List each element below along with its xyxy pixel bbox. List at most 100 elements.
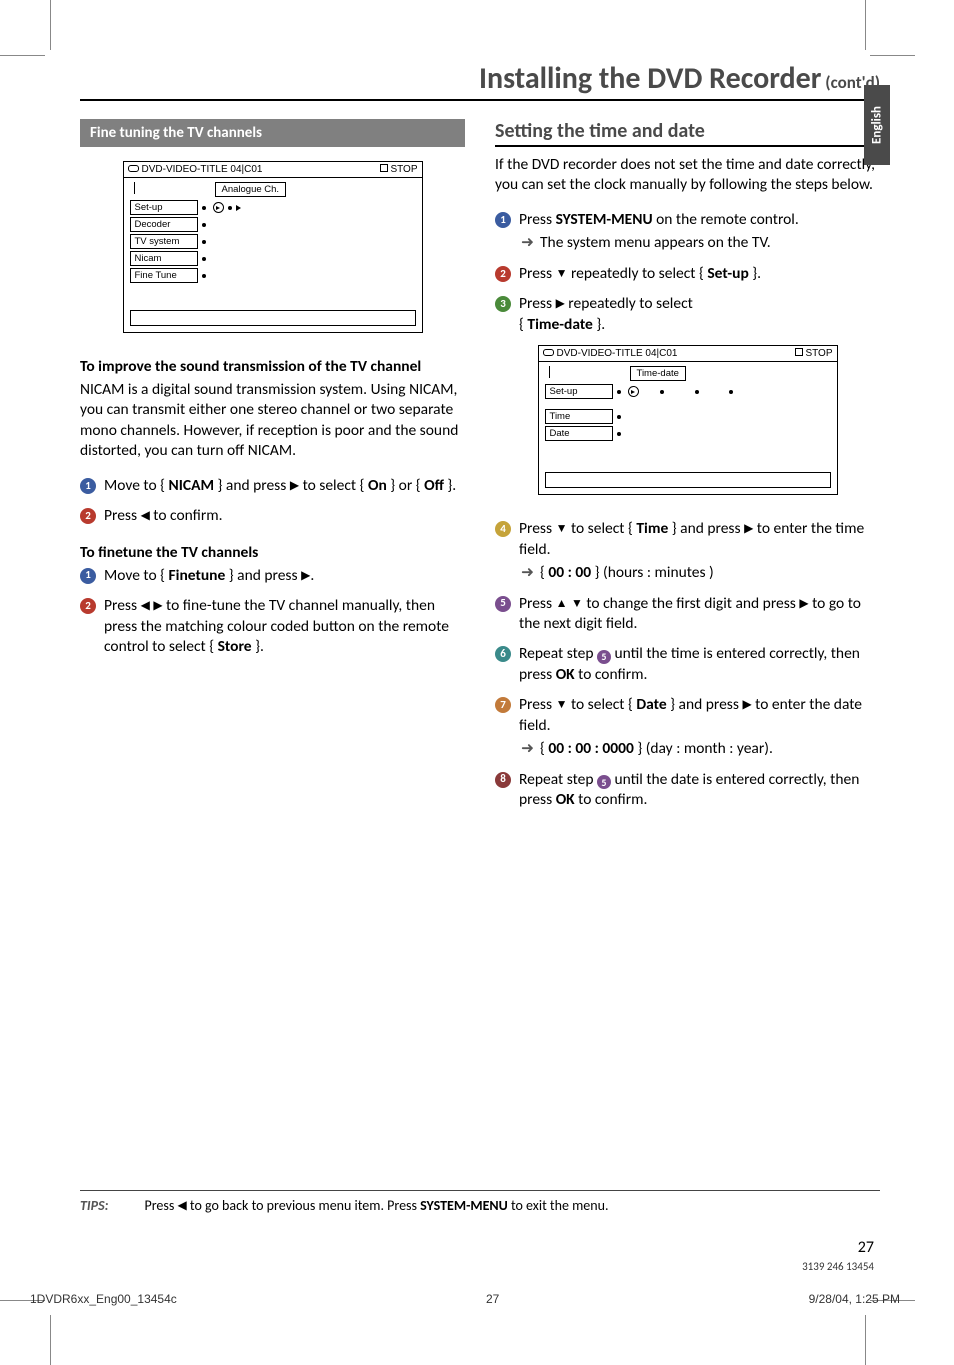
osd-footer-bar [545,472,831,488]
osd-status-right: STOP [380,164,417,175]
crop-mark [0,55,45,56]
right-triangle-icon: ▶ [290,479,299,495]
inline-badge-5: 5 [597,775,611,789]
disc-icon [543,349,554,356]
page-title: Installing the DVD Recorder (cont'd) [80,60,880,97]
result-arrow-icon: ➜ [521,233,534,253]
step-badge-7: 7 [495,697,511,713]
crop-mark [865,1315,866,1365]
osd-row: Fine Tune [130,267,416,284]
step-badge-2: 2 [80,508,96,524]
osd-item: Nicam [130,251,198,266]
section-heading-timedate: Setting the time and date [495,119,880,147]
selection-icon [628,386,639,397]
footer-filename: 1DVDR6xx_Eng00_13454c [30,1292,177,1306]
stop-icon [380,164,388,172]
paragraph-intro: If the DVD recorder does not set the tim… [495,155,880,196]
step-td-3: 3 Press ▶ repeatedly to select { Time-da… [495,294,880,335]
osd-status-right: STOP [795,348,832,359]
step-td-4: 4 Press ▼ to select { Time } and press ▶… [495,519,880,583]
osd-item: Date [545,426,613,441]
result-arrow-icon: ➜ [521,739,534,759]
subheading-sound: To improve the sound transmission of the… [80,357,465,376]
osd-row: TV system [130,233,416,250]
right-column: Setting the time and date If the DVD rec… [495,119,880,821]
osd-status-left: DVD-VIDEO-TITLE 04|C01 [543,348,678,359]
down-triangle-icon: ▼ [571,597,583,613]
osd-breadcrumb: Analogue Ch. [215,182,287,197]
tips-row: TIPS: Press ◀ to go back to previous men… [80,1190,880,1214]
step-badge-3: 3 [495,296,511,312]
step-td-2: 2 Press ▼ repeatedly to select { Set-up … [495,264,880,284]
down-triangle-icon: ▼ [556,267,568,283]
step-nicam-2: 2 Press ◀ to confirm. [80,506,465,526]
selection-icon [213,202,224,213]
right-triangle-icon: ▶ [153,599,162,615]
right-triangle-icon: ▶ [742,698,751,714]
crop-mark [865,0,866,50]
osd-status-left: DVD-VIDEO-TITLE 04|C01 [128,164,263,175]
footer-datetime: 9/28/04, 1:25 PM [809,1292,900,1306]
step-badge-2: 2 [495,266,511,282]
osd-time-date: DVD-VIDEO-TITLE 04|C01 STOP Time-date Se… [538,345,838,495]
crop-mark [870,55,915,56]
crop-mark [50,0,51,50]
page-title-row: Installing the DVD Recorder (cont'd) [80,60,880,101]
osd-row: Decoder [130,216,416,233]
stop-icon [795,348,803,356]
osd-item: Set-up [545,384,613,399]
right-triangle-icon: ▶ [744,522,753,538]
osd-status-bar: DVD-VIDEO-TITLE 04|C01 STOP [539,346,837,362]
step-td-7: 7 Press ▼ to select { Date } and press ▶… [495,695,880,759]
up-triangle-icon: ▲ [556,597,568,613]
down-triangle-icon: ▼ [556,698,568,714]
step-badge-2: 2 [80,598,96,614]
osd-row: Date [545,425,831,442]
section-bar-finetune: Fine tuning the TV channels [80,119,465,147]
footer-page: 27 [486,1292,499,1306]
step-td-8: 8 Repeat step 5 until the date is entere… [495,770,880,811]
right-triangle-icon: ▶ [799,597,808,613]
step-td-1: 1 Press SYSTEM-MENU on the remote contro… [495,210,880,254]
osd-status-bar: DVD-VIDEO-TITLE 04|C01 STOP [124,162,422,178]
osd-row: Nicam [130,250,416,267]
osd-item: Time [545,409,613,424]
part-number: 3139 246 13454 [802,1260,874,1273]
osd-item: Decoder [130,217,198,232]
step-badge-1: 1 [80,568,96,584]
osd-stub [134,182,135,194]
osd-stub [549,366,550,378]
left-column: Fine tuning the TV channels DVD-VIDEO-TI… [80,119,465,821]
step-badge-5: 5 [495,596,511,612]
down-triangle-icon: ▼ [556,522,568,538]
language-tab: English [864,85,890,165]
crop-mark [50,1315,51,1365]
title-main: Installing the DVD Recorder [479,60,821,97]
step-badge-4: 4 [495,521,511,537]
left-triangle-icon: ◀ [178,1198,187,1213]
print-footer: 1DVDR6xx_Eng00_13454c 27 9/28/04, 1:25 P… [30,1292,900,1306]
tips-label: TIPS: [80,1197,109,1214]
step-td-5: 5 Press ▲ ▼ to change the first digit an… [495,594,880,635]
tips-text: Press ◀ to go back to previous menu item… [145,1197,609,1214]
step-badge-1: 1 [495,212,511,228]
arrow-right-icon [236,205,241,211]
osd-breadcrumb: Time-date [630,366,686,381]
step-finetune-1: 1 Move to { Finetune } and press ▶. [80,566,465,586]
step-badge-6: 6 [495,646,511,662]
osd-item: TV system [130,234,198,249]
right-triangle-icon: ▶ [556,297,565,313]
paragraph-nicam: NICAM is a digital sound transmission sy… [80,380,465,462]
step-badge-8: 8 [495,772,511,788]
osd-row: Set-up [545,383,831,400]
osd-footer-bar [130,310,416,326]
step-finetune-2: 2 Press ◀ ▶ to fine-tune the TV channel … [80,596,465,657]
osd-item: Set-up [130,200,198,215]
osd-item: Fine Tune [130,268,198,283]
step-badge-1: 1 [80,478,96,494]
osd-row: Set-up [130,199,416,216]
osd-analogue-ch: DVD-VIDEO-TITLE 04|C01 STOP Analogue Ch.… [123,161,423,333]
osd-row: Time [545,408,831,425]
right-triangle-icon: ▶ [301,569,310,585]
page-number: 27 [858,1238,874,1257]
